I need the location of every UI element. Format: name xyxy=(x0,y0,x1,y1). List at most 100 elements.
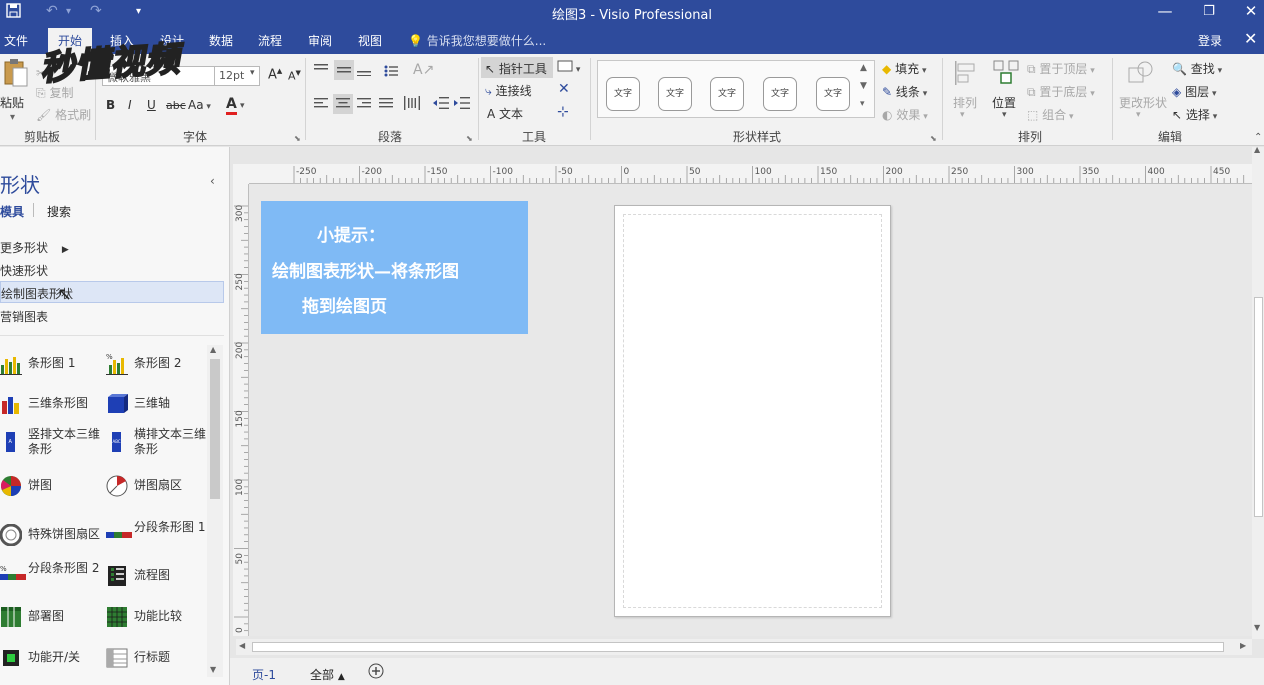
collapse-ribbon-icon[interactable]: ⌃ xyxy=(1254,132,1262,143)
tab-review[interactable]: 审阅 xyxy=(308,32,332,49)
stencil-item[interactable]: 条形图 1 xyxy=(0,353,104,387)
position-dropdown-icon[interactable]: ▾ xyxy=(1002,110,1007,120)
stencil-item[interactable]: 三维条形图 xyxy=(0,393,104,427)
stencil-item[interactable]: ABC 横排文本三维条形 xyxy=(106,427,210,465)
tell-me-search[interactable]: 💡 告诉我您想要做什么... xyxy=(408,32,546,49)
justify-icon[interactable] xyxy=(379,98,393,113)
stencil-item[interactable]: % 条形图 2 xyxy=(106,353,210,387)
align-middle-icon[interactable] xyxy=(334,60,354,80)
position-button[interactable] xyxy=(991,60,1021,89)
pointer-tool-button[interactable]: ↖ 指针工具 xyxy=(481,57,553,78)
change-shape-button[interactable] xyxy=(1124,60,1158,89)
stencil-item[interactable]: 流程图 xyxy=(106,565,210,599)
stencil-item[interactable]: 功能比较 xyxy=(106,606,210,640)
italic-button[interactable]: I xyxy=(128,98,132,112)
collapse-pane-icon[interactable]: ‹ xyxy=(210,174,215,188)
stencil-item[interactable]: 分段条形图 1 xyxy=(106,520,210,558)
stencil-item[interactable]: 三维轴 xyxy=(106,393,210,427)
connector-button[interactable]: ⤷ 连接线 xyxy=(485,82,532,99)
decrease-indent-icon[interactable] xyxy=(433,97,449,112)
find-button[interactable]: 🔍 查找 ▾ xyxy=(1172,60,1222,77)
grow-font-icon[interactable]: A▲ xyxy=(268,67,282,82)
shape-style-4[interactable]: 文字 xyxy=(763,77,797,111)
send-to-back-button[interactable]: ⧉ 置于底层 ▾ xyxy=(1027,83,1095,100)
strikethrough-button[interactable]: abc xyxy=(166,99,186,112)
gallery-up-icon[interactable]: ▲ xyxy=(860,63,867,73)
align-bottom-icon[interactable] xyxy=(357,64,371,79)
all-pages-button[interactable]: 全部 ▲ xyxy=(310,666,345,683)
scroll-up-icon[interactable]: ▲ xyxy=(210,345,216,354)
shape-style-2[interactable]: 文字 xyxy=(658,77,692,111)
vertical-scrollbar[interactable]: ▲ ▼ xyxy=(1252,145,1264,639)
select-button[interactable]: ↖ 选择 ▾ xyxy=(1172,106,1217,123)
shrink-font-icon[interactable]: A▼ xyxy=(288,69,301,83)
tab-view[interactable]: 视图 xyxy=(358,32,382,49)
shape-styles-dialog-launcher-icon[interactable]: ⬊ xyxy=(930,134,937,143)
align-center-icon[interactable] xyxy=(333,94,353,114)
tab-process[interactable]: 流程 xyxy=(258,32,282,49)
font-size-dropdown-icon[interactable]: ▾ xyxy=(250,68,255,78)
tab-stencils[interactable]: 模具 xyxy=(0,203,24,220)
align-left-icon[interactable] xyxy=(314,98,328,113)
bring-to-front-button[interactable]: ⧉ 置于顶层 ▾ xyxy=(1027,60,1095,77)
stencil-item[interactable]: % 分段条形图 2 xyxy=(0,561,104,599)
increase-indent-icon[interactable] xyxy=(454,97,470,112)
gallery-down-icon[interactable]: ▼ xyxy=(860,81,867,91)
paste-button[interactable] xyxy=(2,58,28,98)
stencil-item[interactable]: 饼图 xyxy=(0,475,104,509)
scroll-right-icon[interactable]: ▶ xyxy=(1240,641,1246,650)
stencil-item[interactable]: 特殊饼图扇区 xyxy=(0,523,104,558)
effects-button[interactable]: ◐ 效果 ▾ xyxy=(882,106,928,123)
close-ribbon-icon[interactable]: ✕ xyxy=(1244,29,1257,48)
scroll-thumb[interactable] xyxy=(210,359,220,499)
bold-button[interactable]: B xyxy=(106,98,115,112)
align-shapes-button[interactable] xyxy=(950,60,980,89)
text-direction-icon[interactable]: A↗ xyxy=(413,62,434,78)
change-case-button[interactable]: Aa ▾ xyxy=(188,98,211,112)
stencil-item[interactable]: 功能开/关 xyxy=(0,647,104,681)
scroll-left-icon[interactable]: ◀ xyxy=(239,641,245,650)
scroll-up-icon[interactable]: ▲ xyxy=(1254,145,1260,154)
paste-dropdown-icon[interactable]: ▾ xyxy=(10,112,15,123)
group-button[interactable]: ⬚ 组合 ▾ xyxy=(1027,106,1074,123)
gallery-more-icon[interactable]: ▾ xyxy=(860,99,865,109)
close-x-icon[interactable]: ✕ xyxy=(558,81,570,97)
stencil-item[interactable]: 饼图扇区 xyxy=(106,475,210,509)
fill-button[interactable]: ◆ 填充 ▾ xyxy=(882,60,926,77)
distribute-icon[interactable] xyxy=(404,96,420,113)
minimize-button[interactable]: — xyxy=(1150,2,1180,20)
shape-style-1[interactable]: 文字 xyxy=(606,77,640,111)
stencil-item[interactable]: 行标题 xyxy=(106,647,210,681)
layers-button[interactable]: ◈ 图层 ▾ xyxy=(1172,83,1216,100)
change-shape-dropdown-icon[interactable]: ▾ xyxy=(1136,110,1141,120)
stencil-item[interactable]: 部署图 xyxy=(0,606,104,640)
stencil-item[interactable]: A 竖排文本三维条形 xyxy=(0,427,104,465)
add-page-icon[interactable] xyxy=(368,663,384,682)
login-link[interactable]: 登录 xyxy=(1198,32,1222,49)
paragraph-dialog-launcher-icon[interactable]: ⬊ xyxy=(466,134,473,143)
bullets-icon[interactable] xyxy=(384,64,398,81)
vscroll-thumb[interactable] xyxy=(1254,297,1263,517)
restore-button[interactable]: ❐ xyxy=(1194,4,1224,19)
page-tab-1[interactable]: 页-1 xyxy=(252,666,276,683)
connection-point-icon[interactable]: ⊹ xyxy=(557,104,569,120)
shape-style-5[interactable]: 文字 xyxy=(816,77,850,111)
scroll-down-icon[interactable]: ▼ xyxy=(210,665,216,674)
stencil-scrollbar[interactable]: ▲ ▼ xyxy=(207,345,223,677)
line-button[interactable]: ✎ 线条 ▾ xyxy=(882,83,927,100)
rectangle-tool-button[interactable]: ▾ xyxy=(557,60,580,75)
marketing-charts-item[interactable]: 营销图表 xyxy=(0,308,48,325)
more-shapes-item[interactable]: 更多形状 ▶ xyxy=(0,239,69,256)
format-painter-button[interactable]: 🖌 格式刷 xyxy=(36,106,91,123)
horizontal-scrollbar[interactable]: ◀ ▶ xyxy=(236,639,1252,655)
align-dropdown-icon[interactable]: ▾ xyxy=(960,110,965,120)
tab-data[interactable]: 数据 xyxy=(209,32,233,49)
hscroll-thumb[interactable] xyxy=(252,642,1224,652)
shape-style-3[interactable]: 文字 xyxy=(710,77,744,111)
close-window-button[interactable]: ✕ xyxy=(1236,2,1264,20)
underline-button[interactable]: U xyxy=(147,98,156,112)
text-tool-button[interactable]: A 文本 xyxy=(487,105,523,122)
scroll-down-icon[interactable]: ▼ xyxy=(1254,623,1260,632)
align-top-icon[interactable] xyxy=(314,64,328,79)
quick-shapes-item[interactable]: 快速形状 xyxy=(0,262,48,279)
